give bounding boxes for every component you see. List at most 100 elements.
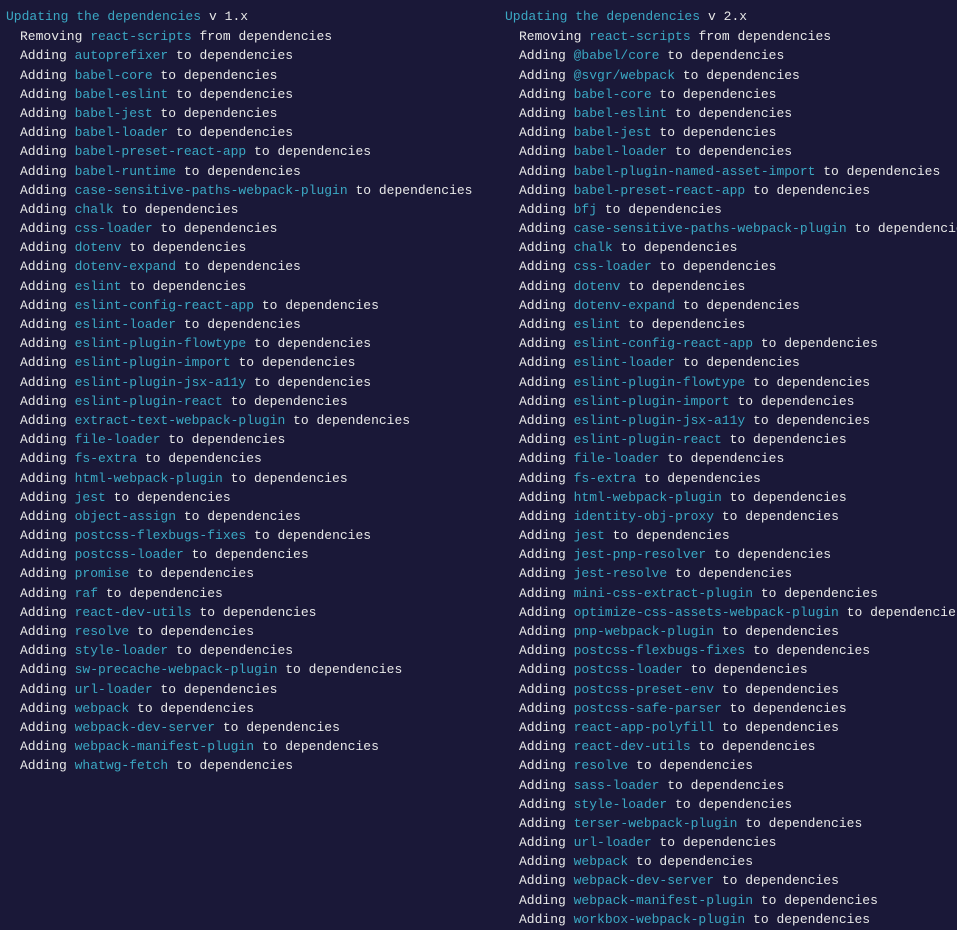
log-verb: Adding [20,509,75,524]
log-line: Adding react-dev-utils to dependencies [6,604,505,622]
log-line: Adding html-webpack-plugin to dependenci… [6,470,505,488]
log-suffix: to dependencies [659,48,784,63]
log-package: react-scripts [589,29,690,44]
log-lines-v1: Removing react-scripts from dependencies… [6,28,505,775]
log-verb: Adding [519,355,574,370]
log-package: dotenv-expand [574,298,675,313]
log-package: react-app-polyfill [574,720,714,735]
log-suffix: to dependencies [675,298,800,313]
log-line: Adding @svgr/webpack to dependencies [505,67,957,85]
log-suffix: to dependencies [192,605,317,620]
log-package: webpack-dev-server [75,720,215,735]
log-suffix: to dependencies [176,509,301,524]
log-suffix: to dependencies [121,240,246,255]
log-verb: Adding [20,183,75,198]
log-line: Adding fs-extra to dependencies [505,470,957,488]
log-line: Adding workbox-webpack-plugin to depende… [505,911,957,929]
log-line: Adding eslint-loader to dependencies [505,354,957,372]
log-verb: Adding [20,413,75,428]
log-suffix: to dependencies [277,662,402,677]
log-package: css-loader [75,221,153,236]
log-verb: Adding [519,854,574,869]
log-line: Adding react-dev-utils to dependencies [505,738,957,756]
log-package: eslint [75,279,122,294]
log-verb: Adding [519,528,574,543]
log-suffix: to dependencies [246,375,371,390]
log-verb: Adding [20,298,75,313]
log-package: mini-css-extract-plugin [574,586,753,601]
log-line: Adding style-loader to dependencies [505,796,957,814]
log-package: chalk [75,202,114,217]
log-verb: Adding [519,87,574,102]
log-verb: Adding [20,758,75,773]
log-suffix: to dependencies [652,125,777,140]
log-verb: Adding [519,240,574,255]
log-verb: Adding [519,797,574,812]
log-line: Adding postcss-loader to dependencies [505,661,957,679]
log-line: Adding dotenv-expand to dependencies [6,258,505,276]
log-suffix: to dependencies [137,451,262,466]
log-verb: Adding [519,643,574,658]
log-package: fs-extra [574,471,636,486]
log-suffix: to dependencies [176,317,301,332]
log-suffix: to dependencies [815,164,940,179]
log-package: html-webpack-plugin [75,471,223,486]
log-package: jest-resolve [574,566,668,581]
log-line: Adding terser-webpack-plugin to dependen… [505,815,957,833]
log-verb: Adding [519,336,574,351]
log-verb: Adding [519,873,574,888]
log-package: sw-precache-webpack-plugin [75,662,278,677]
log-verb: Adding [20,605,75,620]
log-line: Adding css-loader to dependencies [6,220,505,238]
log-verb: Adding [519,259,574,274]
log-line: Adding eslint-plugin-import to dependenc… [505,393,957,411]
log-verb: Adding [519,183,574,198]
log-suffix: to dependencies [121,279,246,294]
log-line: Adding eslint-config-react-app to depend… [505,335,957,353]
header-text-v2: Updating the dependencies [505,8,700,26]
log-package: identity-obj-proxy [574,509,714,524]
log-verb: Adding [519,471,574,486]
log-line: Adding sw-precache-webpack-plugin to dep… [6,661,505,679]
log-suffix: to dependencies [153,68,278,83]
log-line: Removing react-scripts from dependencies [505,28,957,46]
log-package: eslint-plugin-jsx-a11y [75,375,247,390]
log-verb: Adding [20,682,75,697]
log-verb: Adding [519,221,574,236]
log-package: resolve [75,624,130,639]
log-package: postcss-loader [574,662,683,677]
log-verb: Adding [519,605,574,620]
log-package: eslint-loader [574,355,675,370]
log-package: dotenv [574,279,621,294]
log-verb: Adding [20,87,75,102]
log-package: babel-eslint [75,87,169,102]
log-line: Adding chalk to dependencies [6,201,505,219]
log-verb: Adding [519,586,574,601]
log-suffix: to dependencies [847,221,957,236]
log-line: Adding optimize-css-assets-webpack-plugi… [505,604,957,622]
log-suffix: to dependencies [114,202,239,217]
log-verb: Adding [519,451,574,466]
log-package: autoprefixer [75,48,169,63]
log-line: Removing react-scripts from dependencies [6,28,505,46]
log-suffix: to dependencies [285,413,410,428]
log-verb: Adding [20,125,75,140]
log-suffix: to dependencies [636,471,761,486]
log-verb: Adding [519,317,574,332]
log-suffix: to dependencies [597,202,722,217]
log-verb: Adding [20,701,75,716]
log-suffix: to dependencies [667,106,792,121]
log-verb: Adding [519,106,574,121]
log-verb: Adding [20,144,75,159]
log-line: Adding @babel/core to dependencies [505,47,957,65]
log-verb: Adding [20,355,75,370]
log-line: Adding dotenv-expand to dependencies [505,297,957,315]
log-verb: Adding [519,202,574,217]
log-suffix: to dependencies [722,490,847,505]
header-text-v1: Updating the dependencies [6,8,201,26]
log-line: Adding eslint-plugin-jsx-a11y to depende… [505,412,957,430]
log-package: webpack-dev-server [574,873,714,888]
log-suffix: to dependencies [753,586,878,601]
log-suffix: to dependencies [737,816,862,831]
log-suffix: from dependencies [192,29,332,44]
